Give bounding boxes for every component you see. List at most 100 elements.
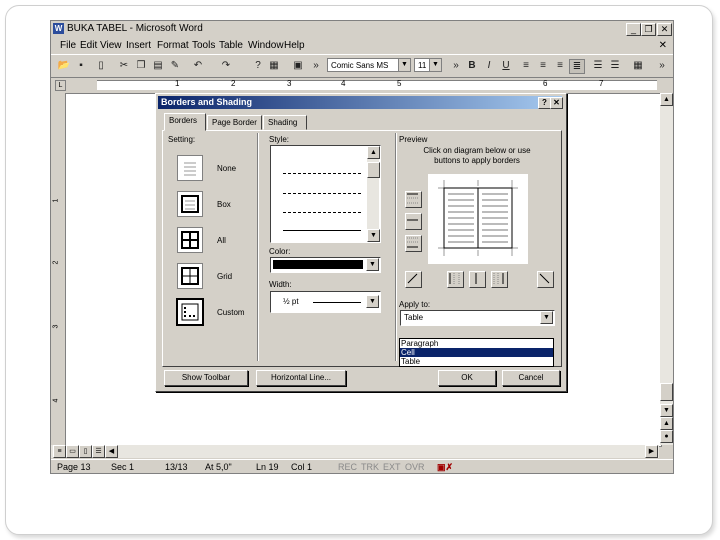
top-border-button[interactable]	[405, 191, 422, 208]
color-select[interactable]: ▼	[270, 257, 381, 273]
format-painter-icon[interactable]: ✎	[168, 59, 182, 72]
print-preview-icon[interactable]: ▯	[94, 59, 108, 72]
tab-borders[interactable]: Borders	[164, 113, 206, 131]
scroll-right-icon[interactable]: ▶	[645, 445, 658, 458]
paste-icon[interactable]: ▤	[151, 59, 165, 72]
cut-icon[interactable]: ✂	[117, 59, 131, 72]
align-left-icon[interactable]: ≡	[519, 59, 533, 72]
right-border-button[interactable]	[491, 271, 508, 288]
menu-window[interactable]: Window	[248, 40, 284, 51]
style-dash-dot-line[interactable]	[283, 212, 361, 213]
border-icon[interactable]: ▦	[631, 59, 645, 72]
web-layout-icon[interactable]: ▭	[66, 445, 79, 458]
status-rec[interactable]: REC	[338, 462, 357, 472]
print-layout-icon[interactable]: ▯	[79, 445, 92, 458]
scroll-down-icon[interactable]: ▼	[367, 229, 380, 242]
style-listbox[interactable]: ▲ ▼	[270, 145, 381, 243]
style-dashed-line[interactable]	[283, 173, 361, 174]
horizontal-scrollbar[interactable]: ≡ ▭ ▯ ☰ ◀ ▶	[51, 445, 659, 458]
align-right-icon[interactable]: ≡	[553, 59, 567, 72]
minimize-button[interactable]: _	[626, 23, 641, 36]
scroll-thumb[interactable]	[660, 383, 673, 401]
cancel-button[interactable]: Cancel	[502, 370, 560, 386]
diagonal-down-border-button[interactable]	[405, 271, 422, 288]
menu-help[interactable]: Help	[284, 40, 305, 51]
style-scrollbar[interactable]: ▲ ▼	[367, 146, 380, 242]
scroll-up-icon[interactable]: ▲	[660, 93, 673, 106]
more-buttons-icon[interactable]: »	[655, 59, 669, 72]
chevron-down-icon[interactable]: ▼	[366, 295, 379, 308]
diagonal-up-border-button[interactable]	[537, 271, 554, 288]
bottom-border-button[interactable]	[405, 235, 422, 252]
style-dash-line[interactable]	[283, 193, 361, 194]
setting-all-button[interactable]	[177, 227, 203, 253]
horizontal-line-button[interactable]: Horizontal Line...	[256, 370, 346, 386]
maximize-button[interactable]: ❐	[641, 23, 656, 36]
underline-button[interactable]: U	[499, 59, 513, 72]
left-border-button[interactable]	[447, 271, 464, 288]
menu-file[interactable]: File	[60, 40, 76, 51]
previous-page-icon[interactable]: ▲	[660, 417, 673, 430]
open-icon[interactable]: 📂	[57, 59, 71, 72]
normal-view-icon[interactable]: ≡	[53, 445, 66, 458]
apply-option-table[interactable]: Table	[400, 357, 553, 366]
width-select[interactable]: ½ pt ▼	[270, 291, 381, 313]
scroll-left-icon[interactable]: ◀	[105, 445, 118, 458]
select-browse-object-icon[interactable]: ●	[660, 430, 673, 443]
scroll-up-icon[interactable]: ▲	[367, 146, 380, 159]
setting-custom-button[interactable]	[176, 298, 204, 326]
show-toolbar-button[interactable]: Show Toolbar	[164, 370, 248, 386]
setting-grid-button[interactable]	[177, 263, 203, 289]
inside-vertical-border-button[interactable]	[469, 271, 486, 288]
tab-selector-icon[interactable]: L	[55, 80, 66, 91]
close-window-button[interactable]: ✕	[657, 23, 672, 36]
preview-diagram[interactable]	[428, 174, 528, 264]
chevron-down-icon[interactable]: ▼	[398, 59, 410, 71]
more-buttons-icon[interactable]: »	[449, 59, 463, 72]
status-ext[interactable]: EXT	[383, 462, 401, 472]
help-icon[interactable]: ?	[251, 59, 265, 72]
spelling-status-icon[interactable]: ▣✗	[437, 462, 453, 473]
menu-table[interactable]: Table	[219, 40, 243, 51]
ok-button[interactable]: OK	[438, 370, 496, 386]
more-buttons-icon[interactable]: »	[309, 59, 323, 72]
document-close-button[interactable]: ✕	[659, 40, 667, 51]
scroll-down-icon[interactable]: ▼	[660, 404, 673, 417]
inside-horizontal-border-button[interactable]	[405, 213, 422, 230]
tab-page-border[interactable]: Page Border	[207, 115, 262, 130]
setting-box-button[interactable]	[177, 191, 203, 217]
scroll-thumb[interactable]	[367, 162, 380, 178]
font-size-select[interactable]: 11 ▼	[414, 58, 442, 72]
apply-option-paragraph[interactable]: Paragraph	[400, 339, 553, 348]
bullets-icon[interactable]: ☰	[608, 59, 622, 72]
menu-insert[interactable]: Insert	[126, 40, 151, 51]
menu-tools[interactable]: Tools	[192, 40, 215, 51]
status-ovr[interactable]: OVR	[405, 462, 425, 472]
tab-shading[interactable]: Shading	[263, 115, 307, 130]
italic-button[interactable]: I	[482, 59, 496, 72]
apply-to-select[interactable]: Table ▼	[400, 310, 555, 326]
justify-icon[interactable]: ≣	[569, 59, 585, 74]
numbering-icon[interactable]: ☰	[591, 59, 605, 72]
dialog-close-button[interactable]: ✕	[550, 97, 563, 109]
menu-edit[interactable]: Edit	[80, 40, 97, 51]
menu-format[interactable]: Format	[157, 40, 189, 51]
align-center-icon[interactable]: ≡	[536, 59, 550, 72]
redo-icon[interactable]: ↷	[219, 59, 233, 72]
apply-option-cell[interactable]: Cell	[400, 348, 553, 357]
copy-icon[interactable]: ❐	[134, 59, 148, 72]
undo-icon[interactable]: ↶	[191, 59, 205, 72]
save-icon[interactable]: ▪	[74, 59, 88, 72]
vertical-scrollbar[interactable]: ▲ ▼ ▲ ●	[660, 93, 673, 445]
setting-none-button[interactable]	[177, 155, 203, 181]
outline-view-icon[interactable]: ☰	[92, 445, 105, 458]
status-trk[interactable]: TRK	[361, 462, 379, 472]
chevron-down-icon[interactable]: ▼	[540, 311, 553, 324]
doc-map-icon[interactable]: ▣	[291, 59, 305, 72]
font-name-select[interactable]: Comic Sans MS ▼	[327, 58, 411, 72]
bold-button[interactable]: B	[465, 59, 479, 72]
menu-view[interactable]: View	[100, 40, 122, 51]
style-solid-line[interactable]	[283, 230, 361, 231]
ruler-strip[interactable]	[97, 80, 657, 90]
table-icon[interactable]: ▦	[267, 59, 281, 72]
